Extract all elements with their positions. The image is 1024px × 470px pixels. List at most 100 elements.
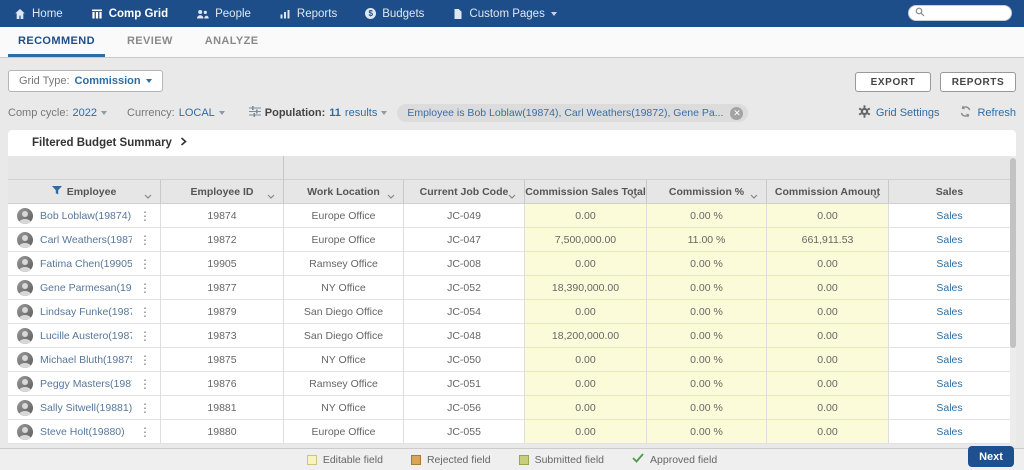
column-header-commission-sales-total[interactable]: Commission Sales Total (525, 180, 647, 203)
row-menu-button[interactable]: ⋮ (139, 234, 151, 246)
commission-sales-total-cell[interactable]: 0.00 (525, 204, 647, 227)
tab-review[interactable]: REVIEW (117, 35, 183, 57)
employee-name-link[interactable]: Peggy Masters(19876) (40, 378, 132, 390)
currency-dropdown[interactable]: Currency: LOCAL (127, 107, 225, 119)
comp-cycle-dropdown[interactable]: Comp cycle: 2022 (8, 107, 108, 119)
commission-amount-cell[interactable]: 661,911.53 (767, 228, 889, 251)
commission-amount-cell[interactable]: 0.00 (767, 348, 889, 371)
commission-sales-total-cell[interactable]: 0.00 (525, 348, 647, 371)
nav-custom-pages[interactable]: Custom Pages (438, 0, 570, 27)
job-code-cell: JC-052 (404, 276, 525, 299)
grid-settings-button[interactable]: Grid Settings (858, 105, 939, 121)
commission-sales-total-cell[interactable]: 18,200,000.00 (525, 324, 647, 347)
employee-name-link[interactable]: Bob Loblaw(19874) (40, 210, 132, 222)
commission-sales-total-cell[interactable]: 0.00 (525, 252, 647, 275)
employee-name-link[interactable]: Carl Weathers(19872) (40, 234, 132, 246)
tab-recommend[interactable]: RECOMMEND (8, 35, 105, 57)
employee-name-link[interactable]: Gene Parmesan(19877) (40, 282, 132, 294)
row-menu-button[interactable]: ⋮ (139, 378, 151, 390)
column-menu-icon[interactable] (387, 190, 395, 202)
filtered-budget-summary[interactable]: Filtered Budget Summary (8, 130, 1016, 156)
commission-pct-cell[interactable]: 11.00 % (647, 228, 767, 251)
column-header-job-code[interactable]: Current Job Code (404, 180, 525, 203)
nav-reports[interactable]: Reports (265, 0, 351, 27)
search-input[interactable] (929, 7, 1005, 19)
column-menu-icon[interactable] (144, 190, 152, 202)
commission-pct-cell[interactable]: 0.00 % (647, 372, 767, 395)
employee-name-link[interactable]: Michael Bluth(19875) (40, 354, 132, 366)
sales-link[interactable]: Sales (936, 426, 962, 438)
nav-budgets[interactable]: $ Budgets (351, 0, 438, 27)
scrollbar-thumb[interactable] (1010, 158, 1016, 348)
commission-amount-cell[interactable]: 0.00 (767, 276, 889, 299)
commission-sales-total-cell[interactable]: 0.00 (525, 396, 647, 419)
row-menu-button[interactable]: ⋮ (139, 354, 151, 366)
column-menu-icon[interactable] (508, 190, 516, 202)
nav-people[interactable]: People (182, 0, 265, 27)
remove-filter-icon[interactable]: ✕ (730, 106, 744, 120)
population-dropdown[interactable]: Population: 11 results (248, 106, 388, 120)
commission-pct-cell[interactable]: 0.00 % (647, 396, 767, 419)
commission-amount-cell[interactable]: 0.00 (767, 204, 889, 227)
commission-pct-cell[interactable]: 0.00 % (647, 348, 767, 371)
row-menu-button[interactable]: ⋮ (139, 210, 151, 222)
sales-link[interactable]: Sales (936, 234, 962, 246)
sales-link[interactable]: Sales (936, 258, 962, 270)
sales-link[interactable]: Sales (936, 306, 962, 318)
sales-link[interactable]: Sales (936, 378, 962, 390)
employee-name-link[interactable]: Sally Sitwell(19881) (40, 402, 132, 414)
commission-pct-cell[interactable]: 0.00 % (647, 420, 767, 443)
sales-link[interactable]: Sales (936, 282, 962, 294)
grid-type-dropdown[interactable]: Grid Type: Commission (8, 70, 163, 92)
next-button[interactable]: Next (968, 446, 1014, 467)
commission-amount-cell[interactable]: 0.00 (767, 324, 889, 347)
commission-amount-cell[interactable]: 0.00 (767, 372, 889, 395)
reports-button[interactable]: REPORTS (940, 72, 1016, 92)
employee-name-link[interactable]: Fatima Chen(19905) (40, 258, 132, 270)
nav-comp-grid[interactable]: Comp Grid (77, 0, 182, 27)
nav-home[interactable]: Home (0, 0, 77, 27)
row-menu-button[interactable]: ⋮ (139, 258, 151, 270)
commission-sales-total-cell[interactable]: 7,500,000.00 (525, 228, 647, 251)
commission-amount-cell[interactable]: 0.00 (767, 396, 889, 419)
row-menu-button[interactable]: ⋮ (139, 330, 151, 342)
column-menu-icon[interactable] (750, 190, 758, 202)
tab-analyze[interactable]: ANALYZE (195, 35, 269, 57)
column-menu-icon[interactable] (630, 190, 638, 202)
column-menu-icon[interactable] (267, 190, 275, 202)
row-menu-button[interactable]: ⋮ (139, 306, 151, 318)
commission-pct-cell[interactable]: 0.00 % (647, 300, 767, 323)
commission-sales-total-cell[interactable]: 0.00 (525, 372, 647, 395)
employee-name-link[interactable]: Lucille Austero(19873) (40, 330, 132, 342)
commission-amount-cell[interactable]: 0.00 (767, 300, 889, 323)
commission-pct-cell[interactable]: 0.00 % (647, 324, 767, 347)
column-header-commission-pct[interactable]: Commission % (647, 180, 767, 203)
employee-name-link[interactable]: Steve Holt(19880) (40, 426, 132, 438)
check-icon (632, 453, 644, 466)
refresh-button[interactable]: Refresh (959, 105, 1016, 121)
commission-sales-total-cell[interactable]: 18,390,000.00 (525, 276, 647, 299)
sales-link[interactable]: Sales (936, 402, 962, 414)
employee-name-link[interactable]: Lindsay Funke(19879) (40, 306, 132, 318)
export-button[interactable]: EXPORT (855, 72, 931, 92)
column-header-commission-amount[interactable]: Commission Amount (767, 180, 889, 203)
vertical-scrollbar[interactable] (1010, 156, 1016, 444)
column-header-work-location[interactable]: Work Location (284, 180, 404, 203)
sales-link[interactable]: Sales (936, 354, 962, 366)
commission-sales-total-cell[interactable]: 0.00 (525, 420, 647, 443)
row-menu-button[interactable]: ⋮ (139, 282, 151, 294)
commission-sales-total-cell[interactable]: 0.00 (525, 300, 647, 323)
commission-pct-cell[interactable]: 0.00 % (647, 204, 767, 227)
row-menu-button[interactable]: ⋮ (139, 402, 151, 414)
column-header-employee[interactable]: Employee (8, 180, 161, 203)
commission-amount-cell[interactable]: 0.00 (767, 252, 889, 275)
commission-amount-cell[interactable]: 0.00 (767, 420, 889, 443)
column-header-employee-id[interactable]: Employee ID (161, 180, 284, 203)
sales-link[interactable]: Sales (936, 330, 962, 342)
column-menu-icon[interactable] (872, 190, 880, 202)
commission-pct-cell[interactable]: 0.00 % (647, 252, 767, 275)
commission-pct-cell[interactable]: 0.00 % (647, 276, 767, 299)
global-search[interactable] (908, 5, 1012, 21)
row-menu-button[interactable]: ⋮ (139, 426, 151, 438)
sales-link[interactable]: Sales (936, 210, 962, 222)
